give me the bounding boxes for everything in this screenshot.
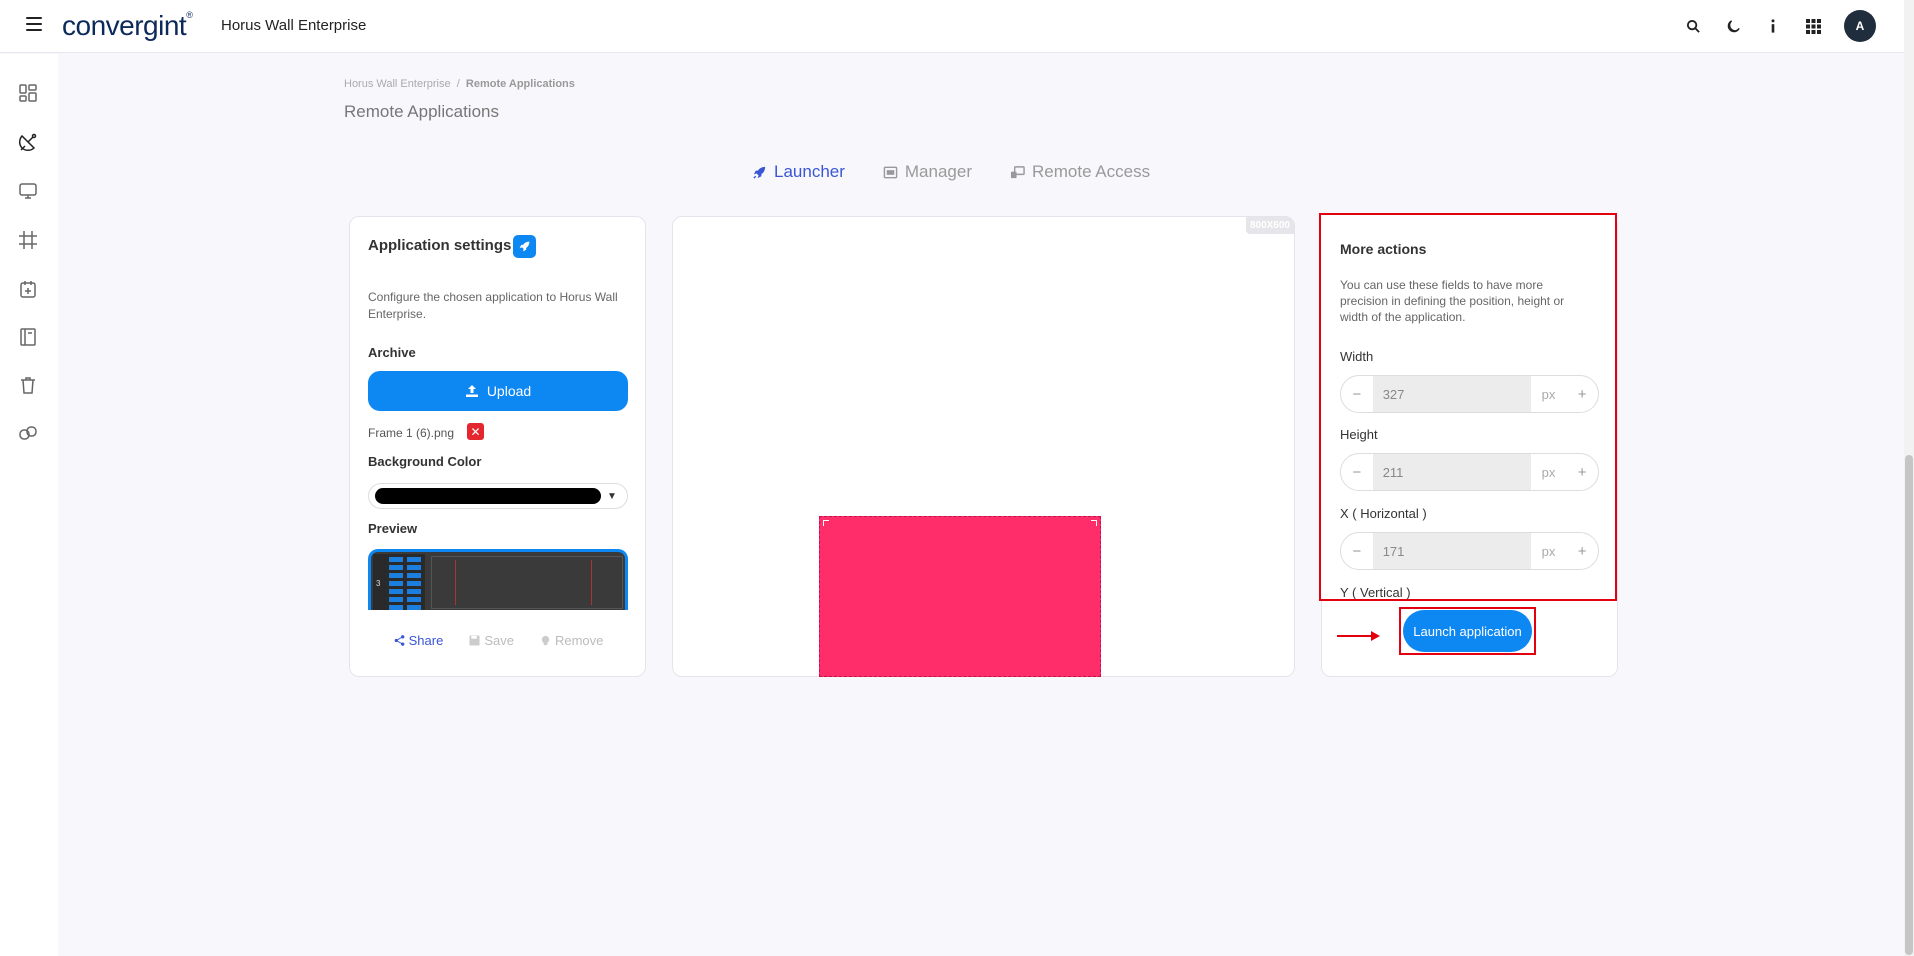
height-input[interactable] (1372, 454, 1531, 490)
more-actions-panel: More actions You can use these fields to… (1319, 213, 1617, 601)
more-actions-description: You can use these fields to have more pr… (1340, 278, 1565, 324)
height-stepper: − px + (1340, 453, 1599, 491)
remote-desktop-icon (1010, 165, 1025, 178)
save-button[interactable]: Save (469, 633, 514, 648)
resolution-badge: 800X600 (1245, 217, 1294, 234)
trash-icon[interactable] (17, 374, 39, 396)
x-stepper: − px + (1340, 532, 1599, 570)
window-manager-icon (883, 166, 898, 178)
breadcrumb-current: Remote Applications (465, 78, 575, 90)
upload-label: Upload (486, 383, 532, 399)
tab-manager[interactable]: Manager (883, 162, 972, 182)
apps-grid-icon[interactable] (1804, 17, 1822, 35)
preview-sidebar: 3 (373, 554, 425, 610)
width-label: Width (1340, 349, 1374, 364)
book-icon[interactable] (17, 326, 39, 348)
breadcrumb-root[interactable]: Horus Wall Enterprise (344, 78, 451, 90)
height-unit: px (1541, 464, 1556, 480)
tab-launcher-label: Launcher (774, 162, 845, 181)
width-input[interactable] (1372, 376, 1531, 412)
scrollbar-thumb[interactable] (1905, 455, 1913, 955)
preview-canvas (431, 556, 623, 609)
info-icon[interactable] (1764, 17, 1782, 35)
breadcrumb-separator: / (456, 78, 460, 90)
moon-icon[interactable] (1724, 17, 1742, 35)
background-color-select[interactable]: ▼ (368, 483, 628, 509)
upload-icon (465, 385, 478, 397)
tab-manager-label: Manager (904, 162, 972, 181)
floppy-icon (469, 635, 480, 646)
width-stepper: − px + (1340, 375, 1599, 413)
rocket-icon (753, 166, 766, 179)
x-input[interactable] (1372, 533, 1531, 569)
avatar[interactable]: A (1844, 10, 1876, 42)
application-settings-card: Application settings Configure the chose… (349, 216, 646, 677)
x-increment-button[interactable]: + (1566, 533, 1598, 569)
height-label: Height (1340, 427, 1378, 442)
copy-link-icon[interactable] (17, 422, 39, 444)
top-actions: A (1684, 10, 1876, 42)
tab-launcher[interactable]: Launcher (752, 162, 845, 182)
x-unit: px (1541, 543, 1556, 559)
page-scrollbar[interactable] (1904, 0, 1914, 956)
satellite-icon[interactable] (17, 131, 39, 153)
width-unit: px (1541, 386, 1556, 402)
settings-title: Application settings (368, 237, 512, 254)
page-title: Remote Applications (344, 102, 499, 121)
remove-button[interactable]: Remove (540, 633, 603, 648)
preview-thumbnail: 3 (368, 549, 628, 610)
logo-mark: ® (186, 10, 193, 20)
more-actions-title: More actions (1340, 241, 1427, 257)
logo[interactable]: convergint® (62, 10, 193, 42)
x-horizontal-label: X ( Horizontal ) (1340, 506, 1427, 521)
search-icon[interactable] (1684, 17, 1702, 35)
remove-label: Remove (554, 633, 604, 648)
tab-remote-access-label: Remote Access (1032, 162, 1151, 181)
settings-description: Configure the chosen application to Horu… (368, 290, 618, 321)
remove-file-button[interactable]: ✕ (467, 423, 484, 440)
x-decrement-button[interactable]: − (1341, 533, 1373, 569)
calendar-plus-icon[interactable] (17, 278, 39, 300)
settings-actions: Share Save Remove (350, 633, 647, 648)
share-icon (394, 635, 404, 646)
preview-label: Preview (368, 521, 418, 536)
canvas-card: 800X600 (672, 216, 1295, 677)
tabs: Launcher Manager Remote Access (752, 162, 1150, 182)
share-label: Share (408, 633, 444, 648)
file-name: Frame 1 (6).png (368, 426, 455, 440)
rocket-icon (513, 235, 536, 258)
app-title: Horus Wall Enterprise (221, 17, 367, 34)
upload-button[interactable]: Upload (368, 371, 628, 411)
breadcrumb: Horus Wall Enterprise / Remote Applicati… (344, 78, 575, 90)
sidebar (0, 54, 58, 956)
preview-guide (591, 560, 592, 605)
height-increment-button[interactable]: + (1566, 454, 1598, 490)
background-color-label: Background Color (368, 454, 482, 469)
save-label: Save (484, 633, 514, 648)
resize-handle-icon[interactable] (823, 520, 829, 526)
width-increment-button[interactable]: + (1566, 376, 1598, 412)
logo-text: convergint (62, 10, 187, 41)
preview-guide (455, 560, 456, 605)
launch-application-button[interactable]: Launch application (1403, 610, 1532, 652)
share-button[interactable]: Share (394, 633, 444, 648)
skull-icon (541, 635, 550, 646)
menu-icon[interactable] (26, 17, 42, 31)
crop-frame-icon[interactable] (17, 229, 39, 251)
caret-down-icon: ▼ (607, 490, 617, 502)
preview-number: 3 (376, 579, 381, 588)
dashboard-icon[interactable] (17, 82, 39, 104)
height-decrement-button[interactable]: − (1341, 454, 1373, 490)
width-decrement-button[interactable]: − (1341, 376, 1373, 412)
archive-label: Archive (368, 345, 416, 360)
monitor-icon[interactable] (17, 180, 39, 202)
top-bar: convergint® Horus Wall Enterprise A (0, 0, 1904, 53)
resize-handle-icon[interactable] (1091, 520, 1097, 526)
arrow-right-icon (1337, 631, 1380, 641)
y-vertical-label: Y ( Vertical ) (1340, 585, 1411, 600)
tab-remote-access[interactable]: Remote Access (1010, 162, 1150, 182)
color-swatch (375, 488, 601, 504)
application-placeholder[interactable] (819, 516, 1101, 677)
